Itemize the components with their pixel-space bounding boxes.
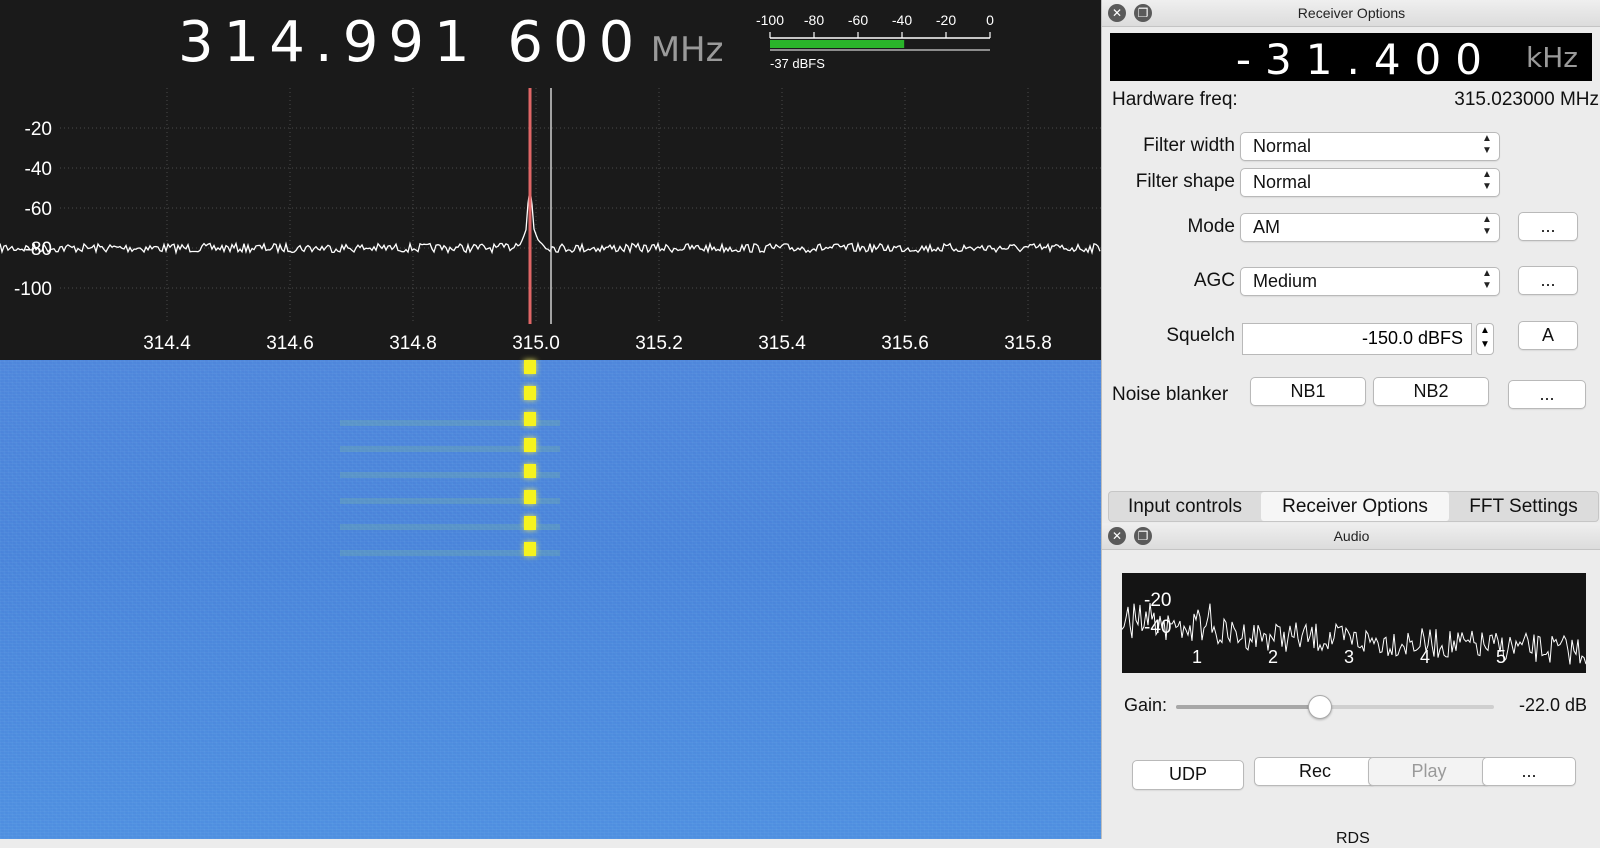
- spectrum-x-tick-label: 315.6: [881, 333, 929, 354]
- stepper-arrows-icon: ▲ ▼: [1480, 325, 1490, 350]
- updown-arrows-icon: ▲ ▼: [1482, 133, 1492, 156]
- spectrum-y-tick-label: -20: [25, 119, 52, 140]
- filter-shape-value: Normal: [1253, 172, 1312, 192]
- offset-value[interactable]: -31.400: [1236, 35, 1496, 84]
- spectrum-x-tick-label: 315.4: [758, 333, 806, 354]
- filter-width-label: Filter width: [1143, 135, 1235, 156]
- waterfall-signal-burst: [524, 386, 536, 400]
- audio-fft-y-label: -20: [1144, 590, 1171, 611]
- frequency-display[interactable]: 314.991 600 MHz: [178, 8, 723, 78]
- squelch-value: -150.0 dBFS: [1361, 328, 1463, 348]
- spectrum-plot[interactable]: -20-40-60-80-100 314.4 314.6 314.8 315.0 315…: [0, 88, 1101, 360]
- spectrum-y-tick-label: -100: [14, 279, 52, 300]
- play-button[interactable]: Play: [1368, 757, 1490, 786]
- audio-options-button[interactable]: ...: [1482, 757, 1576, 786]
- spectrum-y-axis: -20-40-60-80-100: [14, 119, 52, 300]
- squelch-stepper[interactable]: ▲ ▼: [1476, 323, 1494, 355]
- nb2-toggle-button[interactable]: NB2: [1373, 377, 1489, 406]
- nb1-toggle-button[interactable]: NB1: [1250, 377, 1366, 406]
- waterfall-signal-burst: [524, 516, 536, 530]
- spectrum-area: 314.991 600 MHz -100 -80 -60 -40 -20 0 -37 dB…: [0, 0, 1101, 839]
- waterfall-signal-burst: [524, 412, 536, 426]
- audio-fft-plot[interactable]: -20-401 2 3 4 5: [1122, 573, 1586, 673]
- filter-width-value: Normal: [1253, 136, 1312, 156]
- audio-fft-x-label: 5: [1496, 647, 1506, 667]
- squelch-label: Squelch: [1166, 325, 1235, 346]
- signal-meter: -100 -80 -60 -40 -20 0 -37 dBFS: [756, 10, 1000, 80]
- signal-level-readout: -37 dBFS: [770, 56, 825, 71]
- receiver-options-title: Receiver Options: [1297, 5, 1406, 21]
- spectrum-x-axis: 314.4 314.6 314.8 315.0 315.2 315.4 315.6 315.8: [143, 333, 1052, 354]
- offset-unit: kHz: [1526, 41, 1578, 74]
- meter-ticks: [769, 32, 991, 38]
- waterfall-signal-burst: [524, 542, 536, 556]
- spectrum-trace: [0, 189, 1101, 256]
- spectrum-x-tick-label: 314.6: [266, 333, 314, 354]
- updown-arrows-icon: ▲ ▼: [1482, 268, 1492, 291]
- mode-label: Mode: [1187, 216, 1235, 237]
- filter-width-select[interactable]: Normal ▲ ▼: [1240, 132, 1500, 161]
- squelch-auto-button[interactable]: A: [1518, 321, 1578, 350]
- audio-fft-x-label: 1: [1192, 647, 1202, 667]
- waterfall-signal-burst: [524, 360, 536, 374]
- spectrum-y-tick-label: -40: [25, 159, 52, 180]
- audio-title: Audio: [1333, 528, 1370, 544]
- audio-fft-x-label: 4: [1420, 647, 1430, 667]
- spectrum-x-tick-label: 315.2: [635, 333, 683, 354]
- audio-titlebar: ✕ ❐ Audio: [1102, 523, 1600, 550]
- waterfall-signal-burst: [524, 438, 536, 452]
- hardware-freq-value: 315.023000 MHz: [1454, 89, 1599, 110]
- noise-blanker-options-button[interactable]: ...: [1508, 380, 1586, 409]
- audio-fft-labels: -20-401 2 3 4 5: [1144, 590, 1506, 667]
- gain-slider-handle[interactable]: [1308, 695, 1333, 719]
- gain-label: Gain:: [1124, 695, 1168, 715]
- frequency-unit: MHz: [650, 30, 724, 70]
- receiver-options-titlebar: ✕ ❐ Receiver Options: [1102, 0, 1600, 27]
- squelch-level-input[interactable]: -150.0 dBFS: [1242, 323, 1472, 355]
- offset-frequency-display[interactable]: -31.400 kHz: [1110, 33, 1592, 84]
- filter-shape-select[interactable]: Normal ▲ ▼: [1240, 168, 1500, 197]
- frequency-value[interactable]: 314.991 600: [178, 10, 644, 75]
- noise-blanker-label: Noise blanker: [1112, 384, 1229, 405]
- tab-receiver-options[interactable]: Receiver Options: [1261, 492, 1449, 521]
- agc-select[interactable]: Medium ▲ ▼: [1240, 267, 1500, 296]
- spectrum-x-tick-label: 314.8: [389, 333, 437, 354]
- gain-slider[interactable]: [1176, 695, 1494, 719]
- mode-options-button[interactable]: ...: [1518, 212, 1578, 241]
- tab-fft-settings[interactable]: FFT Settings: [1449, 492, 1598, 521]
- spectrum-x-tick-label: 314.4: [143, 333, 191, 354]
- dock-panel: ✕ ❐ Receiver Options -31.400 kHz Hardwar…: [1101, 0, 1600, 847]
- gain-value: -22.0 dB: [1518, 695, 1587, 715]
- udp-button[interactable]: UDP: [1132, 760, 1244, 790]
- spectrum-x-tick-label: 315.8: [1004, 333, 1052, 354]
- updown-arrows-icon: ▲ ▼: [1482, 214, 1492, 237]
- waterfall-signal-burst: [524, 490, 536, 504]
- signal-level-bar: [770, 40, 905, 48]
- agc-options-button[interactable]: ...: [1518, 266, 1578, 295]
- hardware-freq-label: Hardware freq:: [1112, 89, 1238, 110]
- agc-label: AGC: [1193, 270, 1235, 291]
- mode-select[interactable]: AM ▲ ▼: [1240, 213, 1500, 242]
- audio-fft-x-label: 3: [1344, 647, 1354, 667]
- spectrum-grid: [60, 88, 1101, 324]
- audio-fft-x-label: 2: [1268, 647, 1278, 667]
- record-button[interactable]: Rec: [1254, 757, 1376, 786]
- dock-tab-bar: Input controls Receiver Options FFT Sett…: [1108, 491, 1599, 522]
- mode-value: AM: [1253, 217, 1280, 237]
- spectrum-x-tick-label: 315.0: [512, 333, 560, 354]
- gain-slider-fill: [1176, 705, 1320, 709]
- updown-arrows-icon: ▲ ▼: [1482, 169, 1492, 192]
- waterfall-signal-burst: [524, 464, 536, 478]
- tab-input-controls[interactable]: Input controls: [1109, 492, 1261, 521]
- spectrum-y-tick-label: -60: [25, 199, 52, 220]
- filter-shape-label: Filter shape: [1135, 171, 1235, 192]
- next-panel-title: RDS: [1336, 830, 1370, 847]
- agc-value: Medium: [1253, 271, 1318, 291]
